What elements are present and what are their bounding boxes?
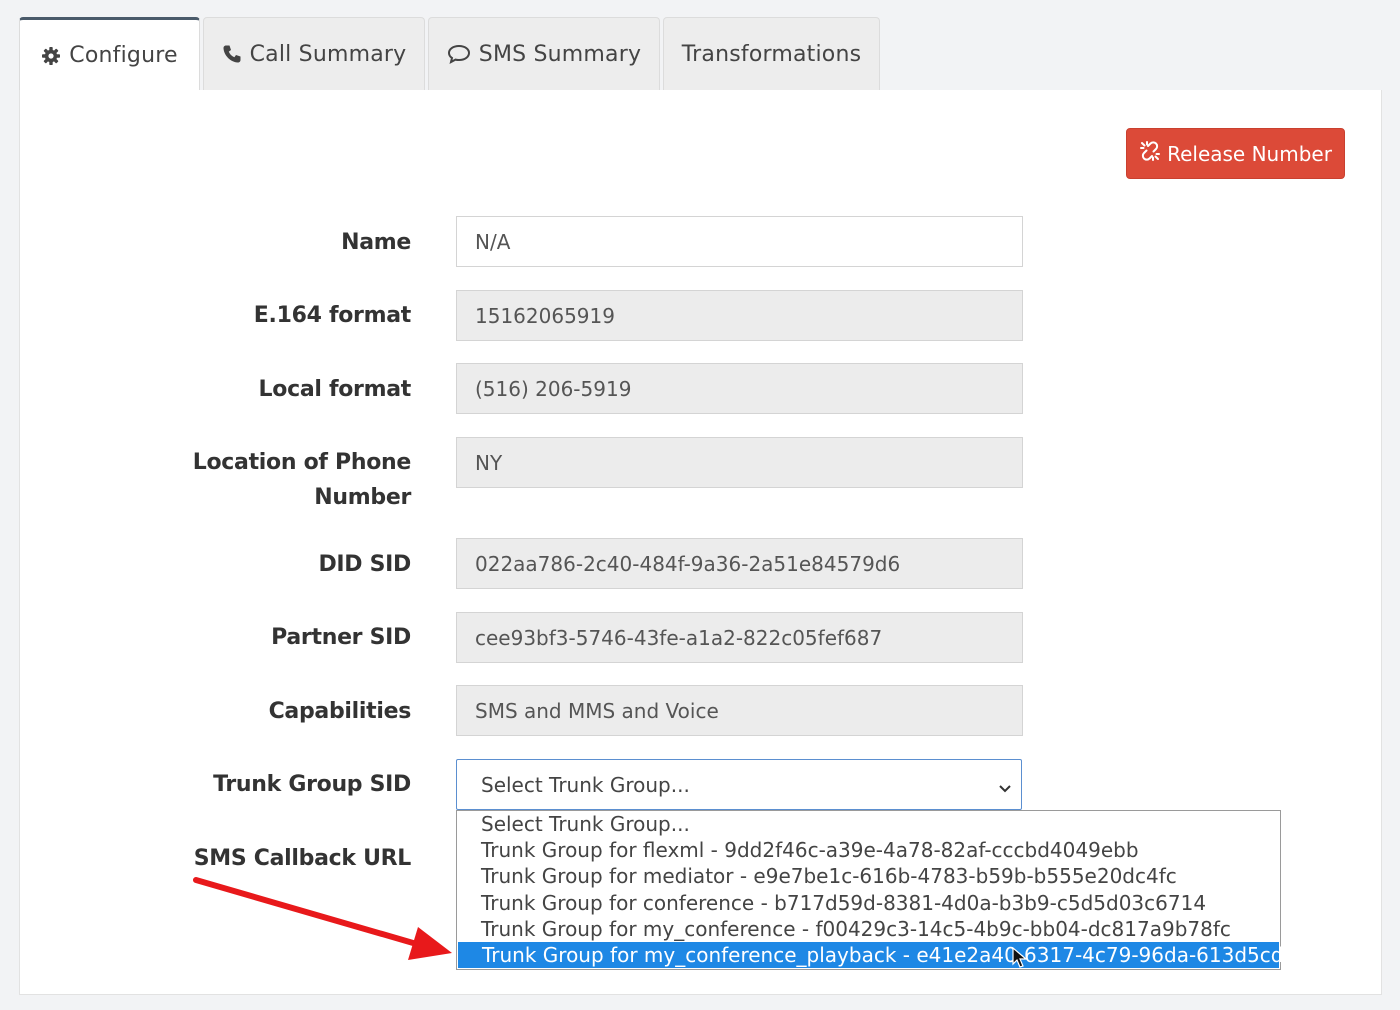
tab-bar: Configure Call Summary SMS Summary Trans…	[19, 17, 883, 91]
mouse-cursor-icon	[1012, 947, 1028, 968]
trunk-group-dropdown: Select Trunk Group... Trunk Group for fl…	[456, 810, 1347, 970]
sms-callback-url-label: SMS Callback URL	[193, 846, 412, 871]
dropdown-option[interactable]: Trunk Group for mediator - e9e7be1c-616b…	[457, 863, 1280, 889]
unlink-icon	[1139, 140, 1161, 167]
name-label: Name	[341, 230, 411, 255]
location-field: NY	[456, 437, 1023, 488]
release-number-label: Release Number	[1167, 141, 1332, 166]
local-format-label: Local format	[258, 377, 412, 402]
partner-sid-field: cee93bf3-5746-43fe-a1a2-822c05fef687	[456, 612, 1023, 663]
location-label: Location of Phone Number	[192, 445, 412, 515]
tab-sms-summary[interactable]: SMS Summary	[428, 17, 660, 90]
tab-transformations[interactable]: Transformations	[663, 17, 880, 90]
dropdown-option-highlighted[interactable]: Trunk Group for my_conference_playback -…	[458, 941, 1347, 969]
did-sid-label: DID SID	[318, 552, 411, 577]
gear-icon	[41, 46, 61, 66]
partner-sid-label: Partner SID	[271, 625, 411, 650]
trunk-group-sid-label: Trunk Group SID	[213, 772, 411, 797]
name-input[interactable]: N/A	[456, 216, 1023, 267]
tab-configure[interactable]: Configure	[19, 17, 200, 91]
dropdown-option[interactable]: Trunk Group for flexml - 9dd2f46c-a39e-4…	[457, 837, 1280, 863]
chat-bubble-icon	[447, 44, 471, 64]
did-sid-field: 022aa786-2c40-484f-9a36-2a51e84579d6	[456, 538, 1023, 589]
dropdown-option[interactable]: Select Trunk Group...	[457, 811, 1280, 837]
trunk-group-select[interactable]: Select Trunk Group...	[456, 759, 1022, 810]
tab-call-summary-label: Call Summary	[249, 41, 407, 67]
capabilities-label: Capabilities	[268, 699, 412, 724]
trunk-group-selected-value: Select Trunk Group...	[481, 772, 690, 797]
chevron-down-icon	[997, 777, 1013, 801]
dropdown-option[interactable]: Trunk Group for my_conference - f00429c3…	[457, 916, 1280, 942]
tab-call-summary[interactable]: Call Summary	[203, 17, 425, 90]
phone-icon	[222, 44, 242, 64]
local-format-field: (516) 206-5919	[456, 363, 1023, 414]
capabilities-field: SMS and MMS and Voice	[456, 685, 1023, 736]
e164-label: E.164 format	[253, 303, 412, 328]
tab-transformations-label: Transformations	[681, 41, 862, 67]
location-label-line2: Number	[314, 485, 411, 510]
release-number-button[interactable]: Release Number	[1126, 128, 1345, 179]
location-label-line1: Location of Phone	[192, 450, 412, 475]
e164-field: 15162065919	[456, 290, 1023, 341]
tab-sms-summary-label: SMS Summary	[478, 41, 642, 67]
tab-configure-label: Configure	[69, 43, 178, 68]
dropdown-option[interactable]: Trunk Group for conference - b717d59d-83…	[457, 890, 1280, 916]
